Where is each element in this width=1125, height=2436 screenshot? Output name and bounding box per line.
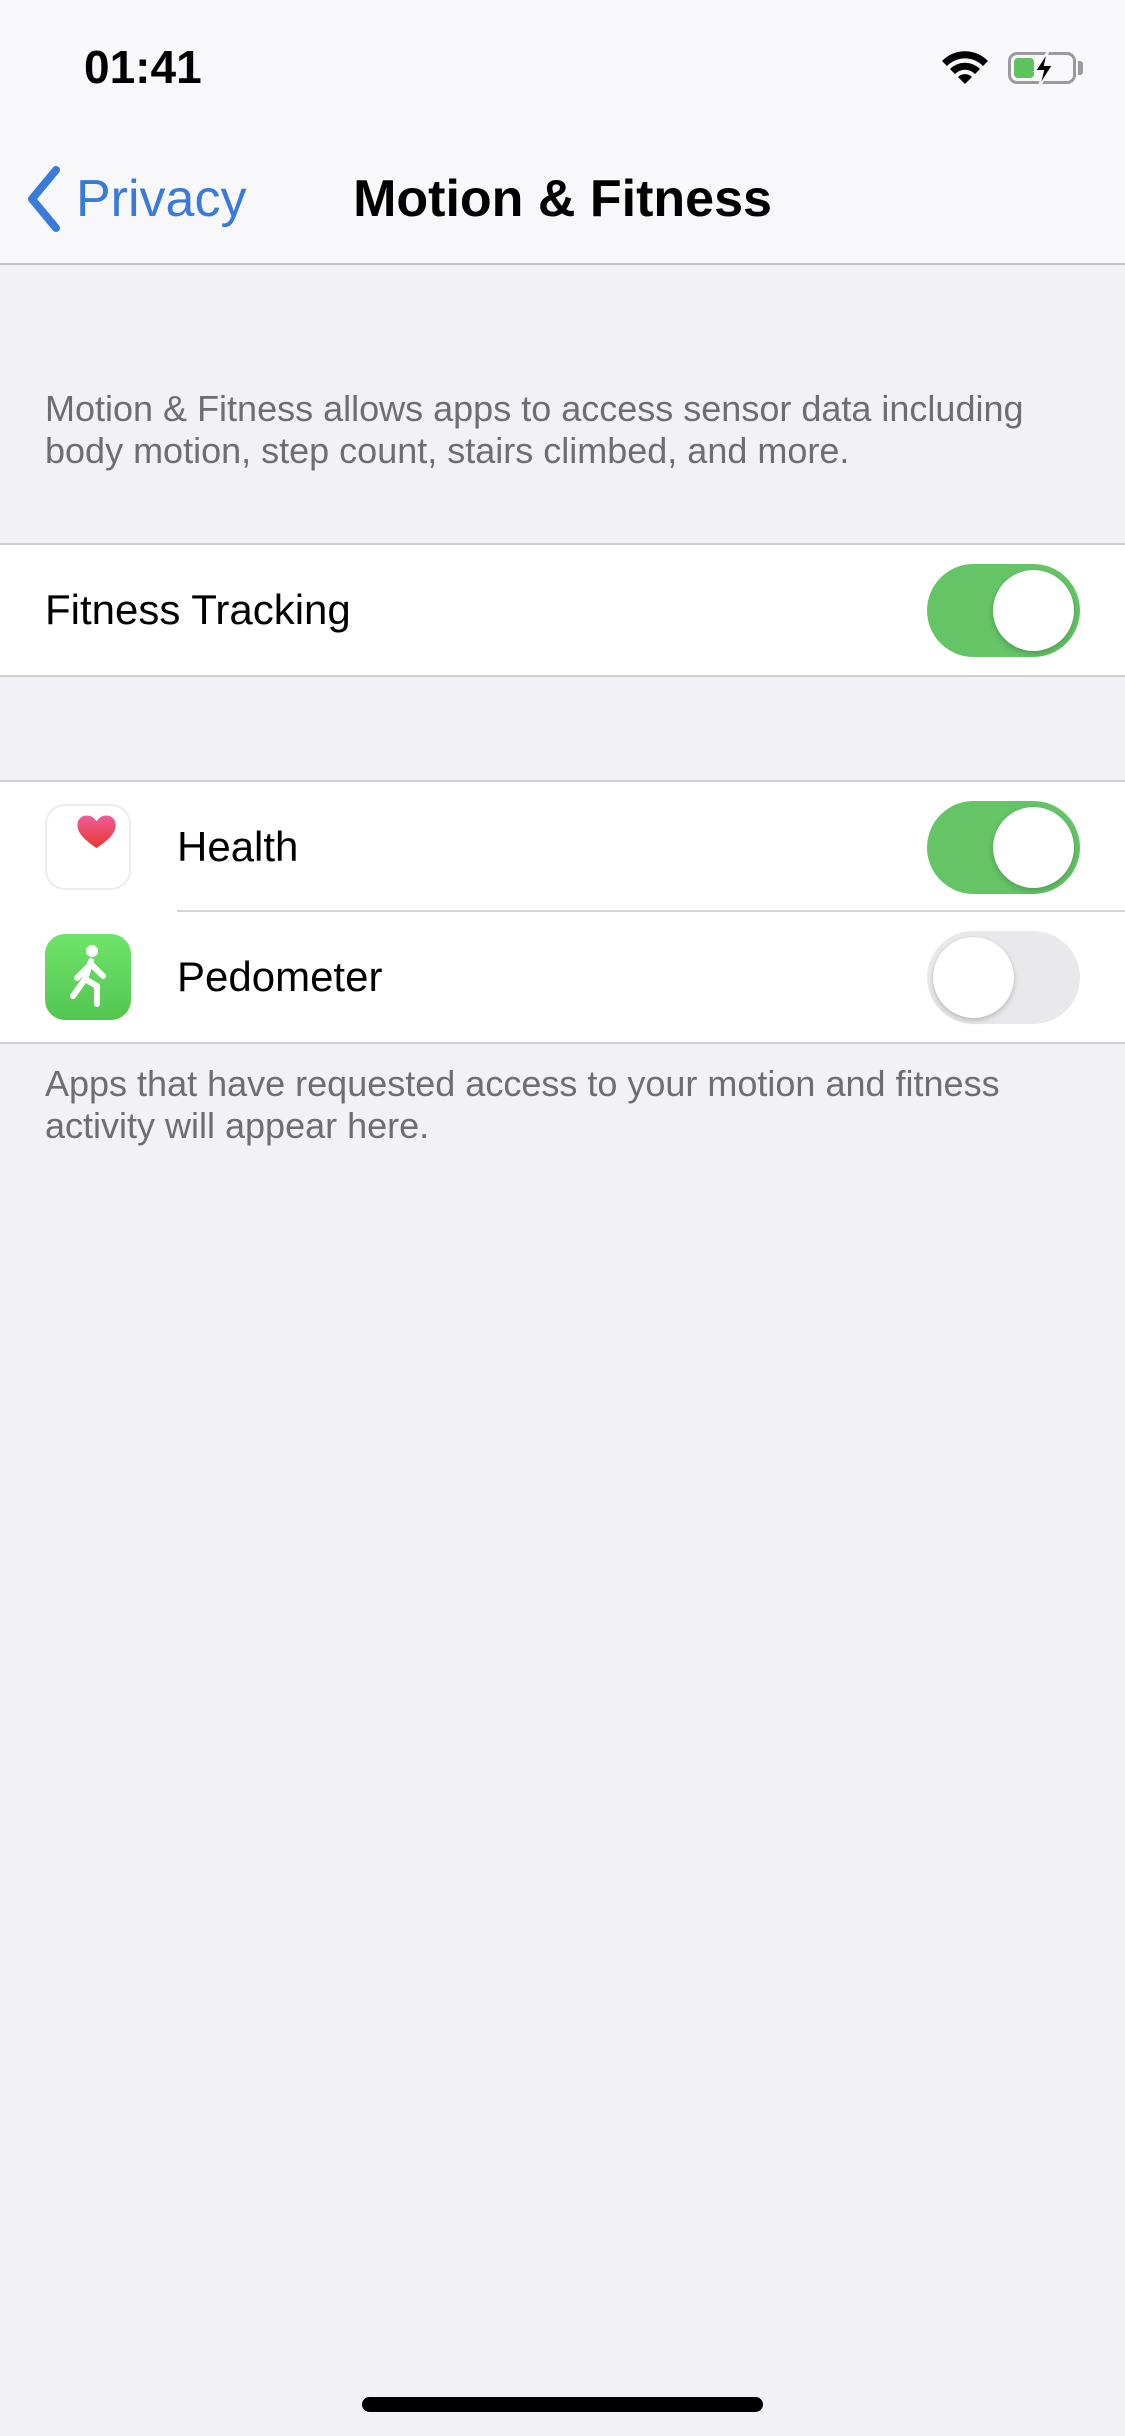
health-app-icon <box>45 804 131 890</box>
app-name-pedometer: Pedometer <box>177 953 383 1000</box>
toggle-knob <box>993 570 1074 651</box>
section-description: Motion & Fitness allows apps to access s… <box>45 388 1024 471</box>
navigation-bar: Privacy Motion & Fitness <box>0 132 1125 265</box>
status-bar: 01:41 <box>0 0 1125 132</box>
wifi-icon <box>942 51 988 84</box>
app-row-health: Health <box>0 782 1125 912</box>
fitness-tracking-row: Fitness Tracking <box>0 545 1125 675</box>
charging-bolt-icon <box>1033 50 1055 88</box>
pedometer-toggle[interactable] <box>927 931 1080 1024</box>
battery-charging-icon <box>1008 50 1076 88</box>
apps-footer-note: Apps that have requested access to your … <box>45 1063 1000 1146</box>
app-name-health: Health <box>177 823 299 870</box>
toggle-knob <box>993 807 1074 888</box>
home-indicator[interactable] <box>362 2397 763 2412</box>
screen: 01:41 Privacy Motion & Fitness Motion & … <box>0 0 1125 2436</box>
health-toggle[interactable] <box>927 801 1080 894</box>
fitness-tracking-label: Fitness Tracking <box>45 586 351 633</box>
fitness-tracking-group: Fitness Tracking <box>0 543 1125 677</box>
pedometer-app-icon <box>45 934 131 1020</box>
walking-person-icon <box>70 945 106 1007</box>
page-title: Motion & Fitness <box>353 170 772 228</box>
heart-icon <box>77 815 116 848</box>
apps-group: Health Pedometer <box>0 780 1125 1044</box>
toggle-knob <box>933 937 1014 1018</box>
fitness-tracking-toggle[interactable] <box>927 564 1080 657</box>
status-time: 01:41 <box>84 41 202 93</box>
battery-cap <box>1078 61 1083 75</box>
app-row-pedometer: Pedometer <box>0 912 1125 1042</box>
